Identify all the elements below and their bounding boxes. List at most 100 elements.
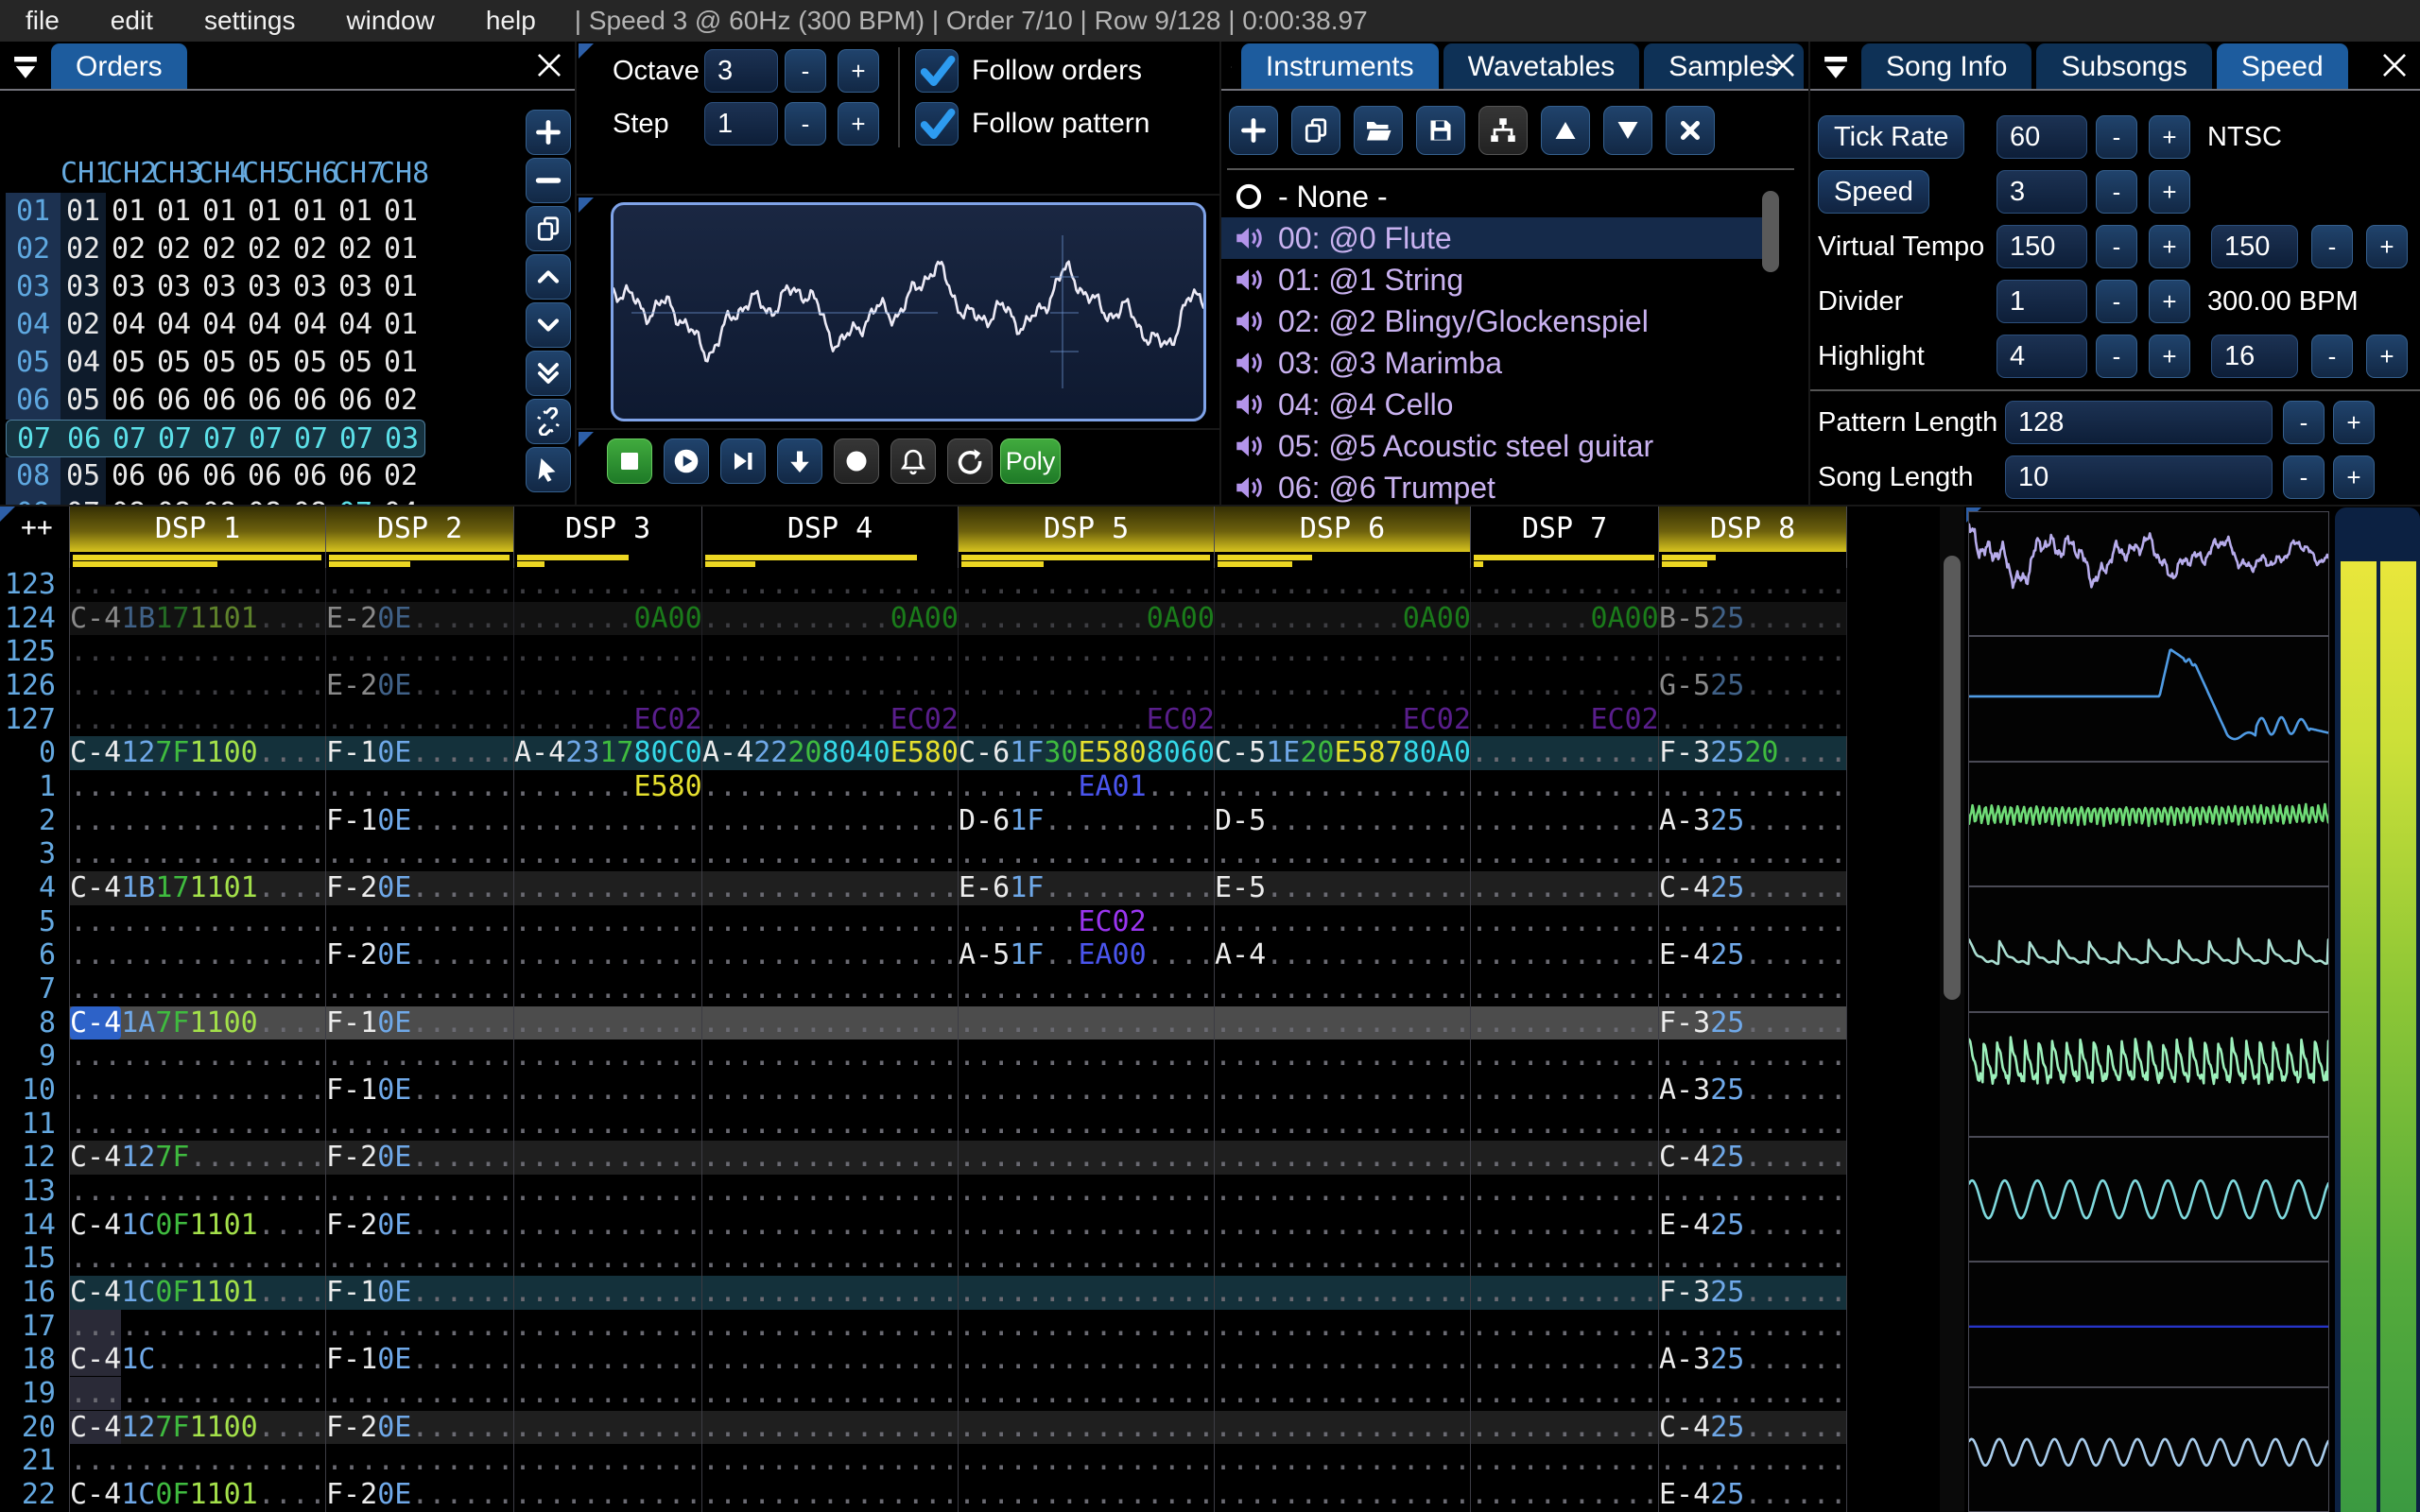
order-cell[interactable]: 02 [106, 231, 151, 268]
pattern-row-21[interactable]: 21......................................… [0, 1444, 1940, 1479]
channel-header-dsp-8[interactable]: DSP 8 [1659, 507, 1847, 552]
pattern-cell[interactable]: ............... [1215, 1141, 1471, 1176]
pattern-cell[interactable]: ........... [326, 1107, 514, 1142]
pattern-cell[interactable]: ........... [326, 1377, 514, 1411]
pattern-row-11[interactable]: 11......................................… [0, 1107, 1940, 1142]
pattern-cell[interactable]: ............... [959, 1343, 1215, 1378]
pattern-cell[interactable]: ........... [1471, 972, 1659, 1006]
pattern-row-18[interactable]: 18 C-41C.......... F-10E..................… [0, 1343, 1940, 1378]
stop-button[interactable] [607, 438, 652, 484]
instrument-item-2[interactable]: 01: @1 String [1221, 259, 1770, 301]
step-input[interactable]: 1 [704, 102, 778, 146]
pattern-cell[interactable]: ...........0A00 [702, 601, 959, 636]
poly-button[interactable]: Poly [1000, 438, 1061, 484]
order-cell[interactable]: 03 [151, 268, 197, 306]
order-cell[interactable]: 06 [61, 421, 107, 456]
tab-song-info[interactable]: Song Info [1861, 43, 2032, 89]
pattern-cell[interactable]: A-325...... [1659, 803, 1847, 838]
pattern-cell[interactable]: ........... [1659, 1377, 1847, 1411]
pattern-row-20[interactable]: 20 C-4127F1100.... F-20E..................… [0, 1410, 1940, 1445]
channel-header-dsp-2[interactable]: DSP 2 [326, 507, 514, 552]
play-button[interactable] [664, 438, 709, 484]
pattern-cell[interactable]: ............... [702, 1343, 959, 1378]
pattern-row-127[interactable]: 127.......................... .......EC02… [0, 702, 1940, 737]
pattern-cell[interactable]: ............... [702, 568, 959, 602]
channel-header-dsp-4[interactable]: DSP 4 [702, 507, 959, 552]
pattern-cell[interactable]: ............... [1215, 1343, 1471, 1378]
pattern-cell[interactable]: ........... [514, 1074, 702, 1108]
order-cell[interactable]: 07 [107, 421, 152, 456]
pattern-cell[interactable]: A-4............ [1215, 938, 1471, 973]
virtual-tempo-numerator-decrement-button[interactable]: - [2096, 225, 2137, 268]
order-cell[interactable]: 06 [333, 457, 378, 495]
pattern-cell[interactable]: ............... [1215, 635, 1471, 670]
metronome-button[interactable] [890, 438, 936, 484]
pattern-cell[interactable]: ............... [702, 1208, 959, 1243]
pattern-cell[interactable]: B-525...... [1659, 601, 1847, 636]
pattern-cell[interactable]: ............... [702, 1410, 959, 1445]
pattern-cell[interactable]: ............... [70, 972, 326, 1006]
order-cell[interactable]: 01 [197, 193, 242, 231]
order-cell[interactable]: 01 [378, 231, 424, 268]
order-cell[interactable]: 04 [333, 306, 378, 344]
pattern-cell[interactable]: F-20E...... [326, 938, 514, 973]
pattern-cell[interactable]: C-51E20E58780A0 [1215, 736, 1471, 771]
pattern-row-22[interactable]: 22 C-41C0F1101.... F-20E..................… [0, 1478, 1940, 1512]
orders-row-03[interactable]: 03 03 03 03 03 03 03 03 01 [6, 268, 425, 306]
pattern-cell[interactable]: ........... [514, 1309, 702, 1344]
speed-increment-button[interactable]: + [2149, 170, 2190, 214]
order-cell[interactable]: 04 [287, 306, 333, 344]
order-cell[interactable]: 05 [106, 344, 151, 382]
repeat-button[interactable] [947, 438, 993, 484]
pattern-cell[interactable]: ............... [702, 1444, 959, 1479]
pattern-cell[interactable]: ............... [959, 837, 1215, 872]
pattern-cell[interactable]: ........... [1471, 736, 1659, 771]
menu-window[interactable]: window [320, 6, 459, 36]
follow-pattern-checkbox[interactable] [915, 102, 959, 146]
plus-button[interactable] [1229, 106, 1278, 155]
pattern-cell[interactable]: ............... [1215, 1309, 1471, 1344]
order-cell[interactable]: 03 [287, 268, 333, 306]
order-cell[interactable]: 06 [197, 457, 242, 495]
pattern-cell[interactable]: ............... [702, 1074, 959, 1108]
pattern-cell[interactable]: ........... [1471, 1276, 1659, 1310]
tick-rate-increment-button[interactable]: + [2149, 115, 2190, 159]
pattern-cell[interactable]: ............... [959, 1309, 1215, 1344]
pattern-cell[interactable]: ........... [326, 1444, 514, 1479]
pattern-cell[interactable]: .......0A00 [514, 601, 702, 636]
double-chevron-down-button[interactable] [526, 351, 571, 396]
order-cell[interactable]: 02 [197, 231, 242, 268]
pattern-cell[interactable]: ........... [514, 1276, 702, 1310]
pattern-cell[interactable]: ............... [702, 1141, 959, 1176]
pattern-cell[interactable]: ........... [326, 568, 514, 602]
speed-button[interactable]: Speed [1818, 170, 1929, 214]
octave-input[interactable]: 3 [704, 49, 778, 93]
pattern-cell[interactable]: C-41C0F1101.... [70, 1276, 326, 1310]
tab-speed[interactable]: Speed [2216, 43, 2348, 89]
pattern-cell[interactable]: ........... [326, 770, 514, 804]
pattern-cell[interactable]: ............... [1215, 1005, 1471, 1040]
pattern-cell[interactable]: ........... [514, 871, 702, 905]
pattern-corner[interactable]: ++ [0, 507, 70, 552]
order-cell[interactable]: 06 [242, 382, 287, 420]
pattern-cell[interactable]: C-61F30E5808060 [959, 736, 1215, 771]
pattern-cell[interactable]: ........... [514, 669, 702, 703]
order-cell[interactable]: 07 [198, 421, 243, 456]
pattern-cell[interactable]: ............... [702, 1005, 959, 1040]
virtual-tempo-denominator-decrement-button[interactable]: - [2311, 225, 2353, 268]
pattern-cell[interactable]: ........... [1659, 1242, 1847, 1277]
pattern-cell[interactable]: ............... [959, 635, 1215, 670]
pattern-row-1[interactable]: 1.......................... .......E580..… [0, 770, 1940, 804]
pattern-cell[interactable]: ........... [1659, 1175, 1847, 1209]
order-cell[interactable]: 06 [106, 457, 151, 495]
pattern-cell[interactable]: A-325...... [1659, 1343, 1847, 1378]
pattern-cell[interactable]: ............... [1215, 1040, 1471, 1074]
speed-input[interactable]: 3 [1996, 170, 2087, 214]
folder-open-button[interactable] [1354, 106, 1403, 155]
pattern-cell[interactable]: ........... [1471, 1074, 1659, 1108]
instrument-item-0[interactable]: - None - [1221, 176, 1770, 217]
pattern-cell[interactable]: ........... [514, 904, 702, 939]
pattern-cell[interactable]: ........... [1471, 1478, 1659, 1512]
pattern-row-2[interactable]: 2............... F-10E...................… [0, 803, 1940, 838]
pattern-cell[interactable]: ........... [514, 803, 702, 838]
